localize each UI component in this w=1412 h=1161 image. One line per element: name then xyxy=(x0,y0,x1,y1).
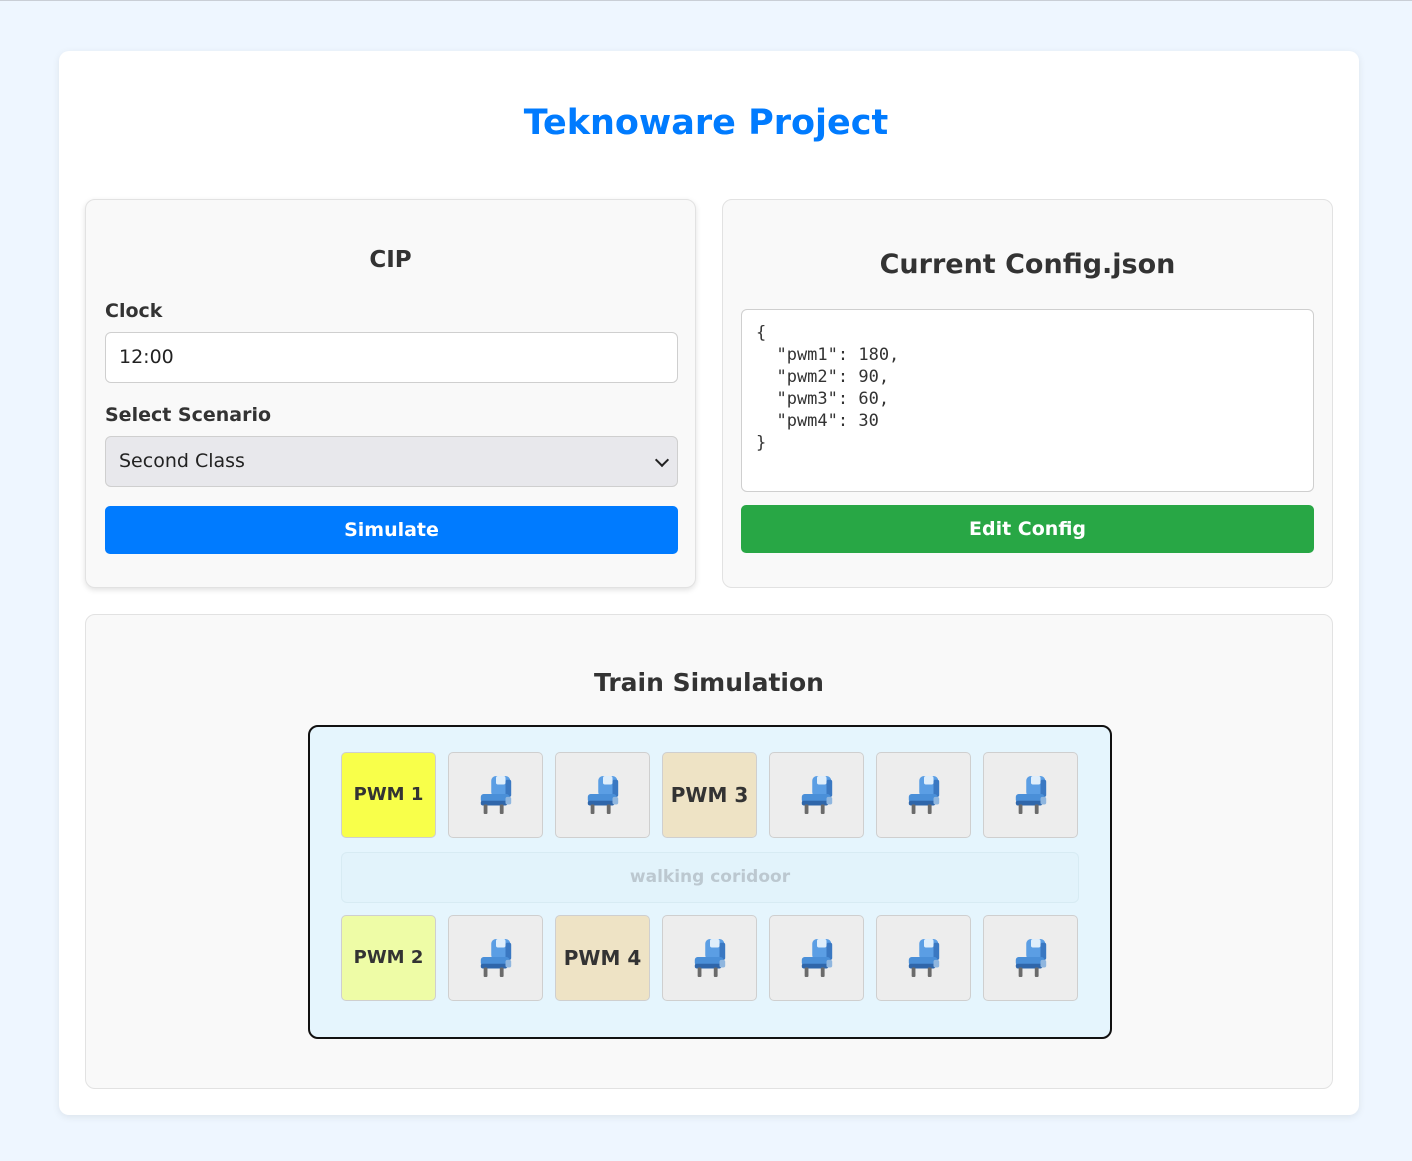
edit-config-button[interactable]: Edit Config xyxy=(741,505,1314,553)
train-simulation-card: Train Simulation PWM 1 PWM 3 walking cor… xyxy=(85,614,1333,1089)
train-simulation-title: Train Simulation xyxy=(594,668,824,697)
seat-row-top: PWM 1 PWM 3 xyxy=(341,752,1081,838)
scenario-select-value: Second Class xyxy=(119,450,245,472)
config-card: Current Config.json { "pwm1": 180, "pwm2… xyxy=(722,199,1333,588)
scenario-label: Select Scenario xyxy=(105,404,272,426)
pwm-2-zone[interactable]: PWM 2 xyxy=(341,915,436,1001)
seat-icon xyxy=(1012,936,1050,980)
cip-title: CIP xyxy=(369,247,412,273)
seat[interactable] xyxy=(983,752,1078,838)
clock-label: Clock xyxy=(105,300,163,322)
clock-input[interactable]: 12:00 xyxy=(105,332,678,383)
train-layout: PWM 1 PWM 3 walking coridoor PWM 2 PWM 4 xyxy=(308,725,1112,1039)
seat[interactable] xyxy=(555,752,650,838)
seat-icon xyxy=(905,936,943,980)
seat[interactable] xyxy=(876,915,971,1001)
seat-icon xyxy=(691,936,729,980)
seat[interactable] xyxy=(448,752,543,838)
scenario-select[interactable]: Second Class xyxy=(105,436,678,487)
simulate-button[interactable]: Simulate xyxy=(105,506,678,554)
config-json-viewer[interactable]: { "pwm1": 180, "pwm2": 90, "pwm3": 60, "… xyxy=(741,309,1314,492)
page-title: Teknoware Project xyxy=(523,103,889,143)
seat[interactable] xyxy=(769,752,864,838)
seat-icon xyxy=(584,773,622,817)
seat-icon xyxy=(798,936,836,980)
seat-icon xyxy=(1012,773,1050,817)
chevron-down-icon xyxy=(654,452,670,468)
walking-corridor: walking coridoor xyxy=(341,852,1079,903)
seat[interactable] xyxy=(769,915,864,1001)
seat[interactable] xyxy=(448,915,543,1001)
config-title: Current Config.json xyxy=(879,249,1176,280)
seat-icon xyxy=(477,936,515,980)
pwm-4-zone[interactable]: PWM 4 xyxy=(555,915,650,1001)
cip-card: CIP Clock 12:00 Select Scenario Second C… xyxy=(85,199,696,588)
seat-row-bottom: PWM 2 PWM 4 xyxy=(341,915,1081,1001)
pwm-1-zone[interactable]: PWM 1 xyxy=(341,752,436,838)
seat[interactable] xyxy=(662,915,757,1001)
seat[interactable] xyxy=(983,915,1078,1001)
seat-icon xyxy=(477,773,515,817)
pwm-3-zone[interactable]: PWM 3 xyxy=(662,752,757,838)
seat-icon xyxy=(905,773,943,817)
seat[interactable] xyxy=(876,752,971,838)
seat-icon xyxy=(798,773,836,817)
